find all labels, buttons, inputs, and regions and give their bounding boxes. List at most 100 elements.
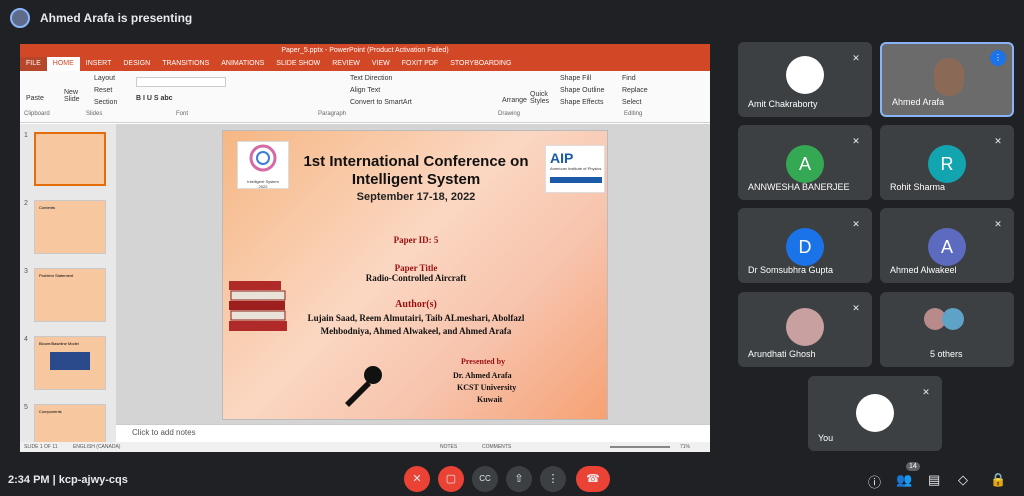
tab-home[interactable]: HOME — [46, 57, 80, 71]
tab-view[interactable]: VIEW — [366, 57, 396, 71]
tab-review[interactable]: REVIEW — [326, 57, 366, 71]
meeting-code: kcp-ajwy-cqs — [58, 474, 128, 486]
avatar: A — [928, 228, 966, 266]
others-tile[interactable]: 5 others — [880, 292, 1014, 367]
tab-foxit-pdf[interactable]: FOXIT PDF — [396, 57, 444, 71]
presented-by-label: Presented by — [461, 357, 506, 366]
status-bar: SLIDE 1 OF 11 ENGLISH (CANADA) NOTES COM… — [20, 442, 710, 452]
shape-fill-button[interactable]: Shape Fill — [560, 75, 591, 82]
font-name-box[interactable] — [136, 77, 226, 87]
reset-button[interactable]: Reset — [94, 87, 112, 94]
thumb-number: 5 — [24, 404, 28, 411]
thumb-number: 2 — [24, 200, 28, 207]
thumb-number: 3 — [24, 268, 28, 275]
slide-thumbnail-3[interactable]: Problem Statement — [34, 268, 106, 322]
tab-design[interactable]: DESIGN — [117, 57, 156, 71]
slide-thumbnail-4[interactable]: Bloom/Baseline Model — [34, 336, 106, 390]
paper-title-label: Paper Title — [394, 263, 438, 273]
avatar — [942, 308, 964, 330]
tab-file[interactable]: FILE — [20, 57, 47, 71]
books-icon — [229, 281, 287, 331]
shape-effects-button[interactable]: Shape Effects — [560, 99, 603, 106]
layout-button[interactable]: Layout — [94, 75, 115, 82]
host-controls-icon[interactable]: 🔒 — [990, 472, 1006, 488]
shape-outline-button[interactable]: Shape Outline — [560, 87, 604, 94]
participant-tile[interactable]: A ✕ ANNWESHA BANERJEE — [738, 125, 872, 200]
slide-date: September 17-18, 2022 — [356, 191, 476, 203]
slide-canvas: Intelligent System 2022 AIP American Ins… — [116, 124, 710, 424]
tab-transitions[interactable]: TRANSITIONS — [156, 57, 215, 71]
paste-button[interactable]: Paste — [26, 95, 44, 102]
group-slides: Slides — [86, 111, 103, 117]
mic-off-icon: ✕ — [852, 136, 860, 146]
group-editing: Editing — [624, 111, 643, 117]
speaking-icon: ⋮ — [990, 50, 1006, 66]
participant-tile[interactable]: R ✕ Rohit Sharma — [880, 125, 1014, 200]
participant-name: You — [818, 433, 834, 443]
convert-smartart-button[interactable]: Convert to SmartArt — [350, 99, 412, 106]
participant-tile[interactable]: D ✕ Dr Somsubhra Gupta — [738, 208, 872, 283]
comments-toggle[interactable]: COMMENTS — [482, 442, 511, 452]
replace-button[interactable]: Replace — [622, 87, 648, 94]
avatar: D — [786, 228, 824, 266]
thumb-text: Problem Statement — [39, 273, 74, 278]
mic-off-icon: ✕ — [922, 387, 930, 397]
present-button[interactable]: ⇧ — [506, 466, 532, 492]
people-icon[interactable]: 👥 — [896, 472, 912, 488]
group-drawing: Drawing — [498, 111, 521, 117]
thumb-text: Components — [39, 409, 62, 414]
section-button[interactable]: Section — [94, 99, 117, 106]
chat-icon[interactable]: ▤ — [928, 472, 940, 488]
camera-toggle-button[interactable]: ▢ — [438, 466, 464, 492]
slide-thumbnails: 1 2 Contents 3 Problem Statement 4 Bloom… — [20, 124, 116, 452]
participant-name: Dr Somsubhra Gupta — [748, 265, 834, 275]
microphone-icon — [345, 366, 382, 407]
tab-animations[interactable]: ANIMATIONS — [215, 57, 270, 71]
participant-name: ANNWESHA BANERJEE — [748, 182, 850, 192]
notes-pane[interactable]: Click to add notes — [116, 424, 710, 442]
participant-tile-active[interactable]: ⋮ Ahmed Arafa — [880, 42, 1014, 117]
info-icon[interactable]: ⓘ — [868, 472, 881, 491]
video-feed — [934, 58, 964, 96]
participant-name: Arundhati Ghosh — [748, 349, 816, 359]
tab-insert[interactable]: INSERT — [80, 57, 118, 71]
slide-count: SLIDE 1 OF 11 — [24, 444, 58, 450]
mic-off-icon: ✕ — [852, 53, 860, 63]
presenter-avatar — [10, 8, 30, 28]
tab-slide-show[interactable]: SLIDE SHOW — [270, 57, 326, 71]
thumb-number: 1 — [24, 132, 28, 139]
presenter-name: Dr. Ahmed Arafa — [453, 371, 512, 380]
align-text-button[interactable]: Align Text — [350, 87, 380, 94]
zoom-slider[interactable] — [610, 446, 670, 448]
slide-thumbnail-1[interactable] — [34, 132, 106, 186]
shared-screen: Paper_5.pptx - PowerPoint (Product Activ… — [20, 44, 710, 452]
thumb-text: Bloom/Baseline Model — [39, 341, 79, 346]
more-options-button[interactable]: ⋮ — [540, 466, 566, 492]
new-slide-button[interactable]: New Slide — [64, 89, 86, 103]
mic-off-icon: ✕ — [852, 219, 860, 229]
leave-call-button[interactable]: ☎ — [576, 466, 610, 492]
find-button[interactable]: Find — [622, 75, 636, 82]
tab-storyboarding[interactable]: STORYBOARDING — [444, 57, 517, 71]
captions-button[interactable]: CC — [472, 466, 498, 492]
participant-tile[interactable]: A ✕ Ahmed Alwakeel — [880, 208, 1014, 283]
participant-tile[interactable]: ✕ Amit Chakraborty — [738, 42, 872, 117]
self-tile[interactable]: ✕ You — [808, 376, 942, 451]
slide-thumbnail-2[interactable]: Contents — [34, 200, 106, 254]
participant-count-badge: 14 — [906, 462, 920, 471]
time: 2:34 PM — [8, 474, 50, 486]
bold-button[interactable]: B I U S abc — [136, 95, 173, 102]
group-clipboard: Clipboard — [24, 111, 50, 117]
text-direction-button[interactable]: Text Direction — [350, 75, 392, 82]
participant-tile[interactable]: ✕ Arundhati Ghosh — [738, 292, 872, 367]
quick-styles-button[interactable]: Quick Styles — [530, 91, 552, 105]
notes-toggle[interactable]: NOTES — [440, 442, 457, 452]
thumb-number: 4 — [24, 336, 28, 343]
activities-icon[interactable]: ◇ — [958, 472, 968, 488]
powerpoint-title-bar: Paper_5.pptx - PowerPoint (Product Activ… — [20, 44, 710, 57]
avatar — [856, 394, 894, 432]
slide[interactable]: Intelligent System 2022 AIP American Ins… — [222, 130, 608, 420]
arrange-button[interactable]: Arrange — [502, 97, 527, 104]
select-button[interactable]: Select — [622, 99, 641, 106]
mic-toggle-button[interactable]: ✕ — [404, 466, 430, 492]
